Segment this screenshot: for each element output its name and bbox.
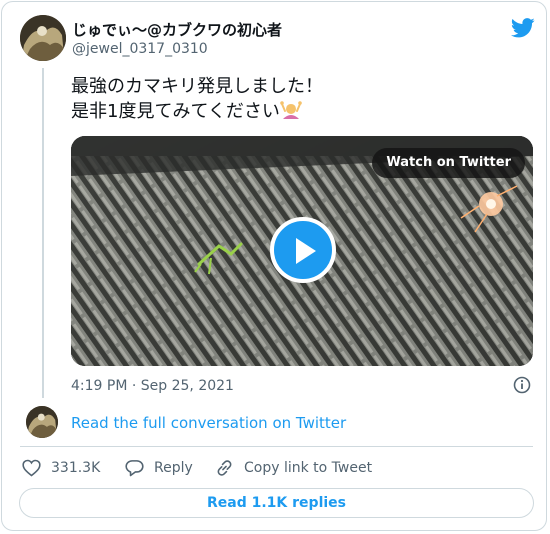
conversation-avatar[interactable]	[26, 406, 58, 438]
heart-icon	[22, 459, 41, 477]
tweet-timestamp[interactable]: 4:19 PM · Sep 25, 2021	[71, 378, 234, 394]
read-replies-button[interactable]: Read 1.1K replies	[19, 488, 534, 518]
like-button[interactable]: 331.3K	[22, 458, 100, 478]
play-button[interactable]	[270, 217, 336, 283]
tweet-text: 最強のカマキリ発見しました！ 是非1度見てみてください	[71, 74, 323, 124]
watch-on-twitter-button[interactable]: Watch on Twitter	[372, 148, 525, 178]
read-full-conversation-link[interactable]: Read the full conversation on Twitter	[71, 414, 346, 432]
reply-label: Reply	[154, 460, 193, 476]
video-media[interactable]: Watch on Twitter	[71, 136, 533, 366]
author-display-name[interactable]: じゅでぃ〜@カブクワの初心者	[72, 19, 282, 40]
author-avatar[interactable]	[20, 15, 66, 61]
author-handle[interactable]: @jewel_0317_0310	[72, 41, 208, 57]
tweet-embed-card: じゅでぃ〜@カブクワの初心者 @jewel_0317_0310 最強のカマキリ発…	[1, 1, 547, 531]
person-gesturing-ok-emoji-icon	[280, 99, 302, 121]
reply-bubble-icon	[125, 460, 144, 477]
copy-link-label: Copy link to Tweet	[244, 460, 373, 476]
info-icon[interactable]	[513, 376, 531, 394]
like-count: 331.3K	[51, 460, 101, 476]
reply-button[interactable]: Reply	[125, 458, 193, 478]
twitter-bird-icon[interactable]	[510, 18, 535, 38]
thread-line	[42, 68, 44, 398]
divider	[20, 446, 533, 447]
copy-link-button[interactable]: Copy link to Tweet	[215, 458, 372, 478]
play-icon	[296, 238, 316, 264]
link-icon	[217, 460, 232, 476]
